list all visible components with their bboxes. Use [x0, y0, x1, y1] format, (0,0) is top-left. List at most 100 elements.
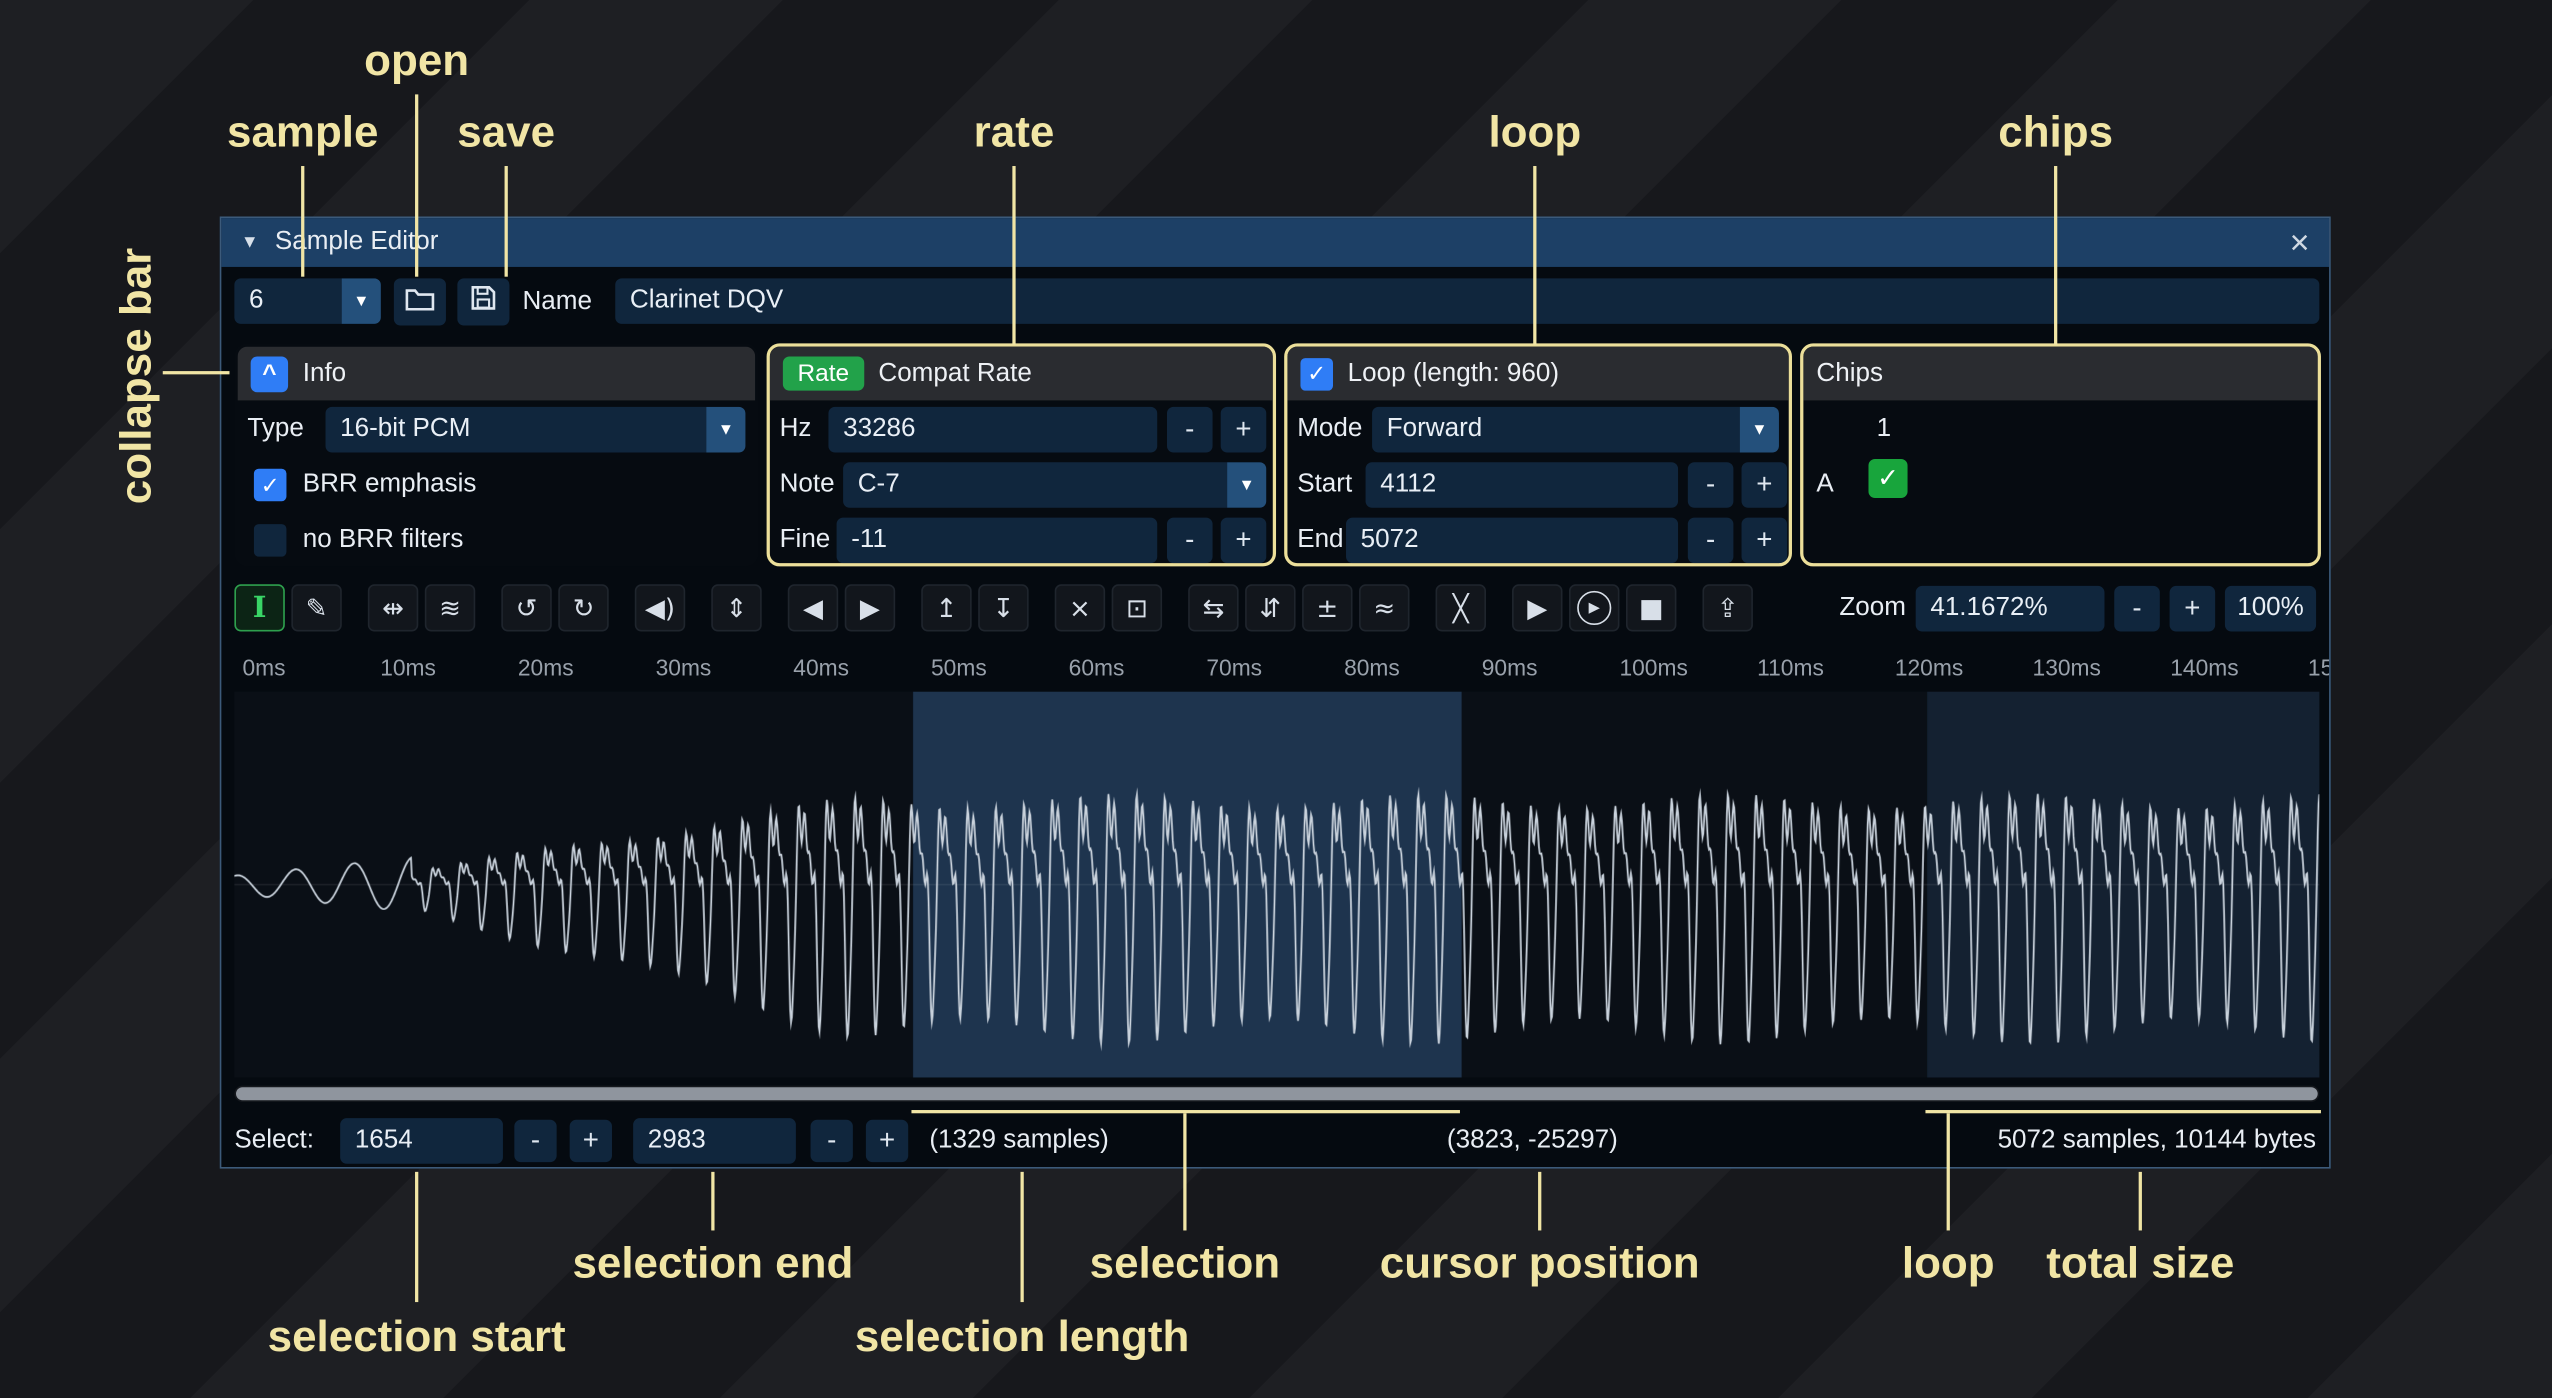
resize-icon[interactable]: ⇹ [368, 584, 418, 631]
selection-start-input[interactable]: 1654 [340, 1118, 503, 1164]
filter-icon[interactable]: ≈ [1359, 584, 1409, 631]
fade-out-icon[interactable]: ▶ [845, 584, 895, 631]
sign-icon[interactable]: ± [1302, 584, 1352, 631]
hz-minus-button[interactable]: - [1167, 407, 1213, 453]
sample-number: 6 [249, 286, 263, 315]
loop-mode-select[interactable]: Forward ▼ [1372, 407, 1779, 453]
brr-emphasis-label: BRR emphasis [303, 462, 477, 508]
annotation-line [415, 94, 418, 276]
brr-emphasis-checkbox[interactable]: ✓ [254, 469, 287, 502]
zoom-label: Zoom [1839, 585, 1906, 631]
loop-end-value: 5072 [1361, 526, 1419, 555]
selection-start-minus-button[interactable]: - [514, 1120, 556, 1162]
save-button[interactable] [457, 278, 509, 325]
no-brr-filters-checkbox[interactable] [254, 524, 287, 557]
invert-icon[interactable]: ⇵ [1245, 584, 1295, 631]
select-label: Select: [234, 1118, 314, 1164]
titlebar[interactable]: ▼ Sample Editor × [221, 218, 2329, 267]
import-icon[interactable]: ⇪ [1702, 584, 1752, 631]
fine-minus-button[interactable]: - [1167, 518, 1213, 564]
resample-icon[interactable]: ≋ [425, 584, 475, 631]
delete-icon[interactable]: × [1055, 584, 1105, 631]
total-size-text: 5072 samples, 10144 bytes [1998, 1118, 2317, 1164]
zoom-minus-button[interactable]: - [2114, 585, 2160, 631]
trim-icon[interactable]: ⊡ [1112, 584, 1162, 631]
scrollbar-thumb[interactable] [236, 1087, 2318, 1100]
loop-end-plus-button[interactable]: + [1742, 518, 1788, 564]
waveform-display[interactable] [234, 692, 2319, 1078]
redo-icon[interactable]: ↻ [558, 584, 608, 631]
loop-panel-title: Loop (length: 960) [1348, 359, 1559, 388]
amplify-icon[interactable]: ◀) [635, 584, 685, 631]
sample-selector[interactable]: 6 ▼ [234, 278, 380, 324]
close-icon[interactable]: × [2290, 225, 2310, 259]
loop-start-plus-button[interactable]: + [1742, 462, 1788, 508]
rate-panel-title: Compat Rate [878, 359, 1031, 388]
selection-length-text: (1329 samples) [929, 1118, 1108, 1164]
stop-icon[interactable]: ■ [1626, 584, 1676, 631]
selection-end-minus-button[interactable]: - [811, 1120, 853, 1162]
note-select[interactable]: C-7 ▼ [843, 462, 1266, 508]
window-collapse-icon[interactable]: ▼ [241, 233, 259, 253]
loop-start-input[interactable]: 4112 [1366, 462, 1678, 508]
loop-start-minus-button[interactable]: - [1688, 462, 1734, 508]
normalize-icon[interactable]: ⇕ [711, 584, 761, 631]
zoom-reset-button[interactable]: 100% [2225, 585, 2316, 631]
annotation-cursor-position: cursor position [1380, 1239, 1700, 1289]
timeline-ruler[interactable]: 0ms10ms20ms30ms40ms50ms60ms70ms80ms90ms1… [234, 648, 2329, 690]
fade-in-icon[interactable]: ◀ [788, 584, 838, 631]
type-select[interactable]: 16-bit PCM ▼ [326, 407, 746, 453]
chip-enable-checkbox[interactable]: ✓ [1868, 459, 1907, 498]
timeline-label: 50ms [931, 654, 987, 680]
horizontal-scrollbar[interactable] [234, 1086, 2319, 1102]
fine-input[interactable]: -11 [837, 518, 1158, 564]
loop-end-input[interactable]: 5072 [1346, 518, 1678, 564]
play-icon[interactable]: ▶ [1569, 584, 1619, 631]
preview-icon[interactable]: ▶ [1512, 584, 1562, 631]
check-icon: ✓ [1307, 360, 1326, 388]
loop-end-minus-button[interactable]: - [1688, 518, 1734, 564]
name-input[interactable]: Clarinet DQV [615, 278, 2319, 324]
annotation-line [2139, 1172, 2142, 1231]
info-panel-title: Info [303, 359, 346, 388]
chips-panel: Chips 1 A ✓ [1800, 343, 2321, 566]
insert-silence-icon[interactable]: ↥ [921, 584, 971, 631]
zoom-plus-button[interactable]: + [2170, 585, 2216, 631]
timeline-label: 60ms [1069, 654, 1125, 680]
hz-input[interactable]: 33286 [828, 407, 1157, 453]
timeline-label: 100ms [1619, 654, 1687, 680]
info-panel: ^ Info Type 16-bit PCM ▼ ✓ BRR emphasis … [234, 343, 758, 566]
crossfade-icon[interactable]: ╳ [1436, 584, 1486, 631]
loop-enable-checkbox[interactable]: ✓ [1300, 357, 1333, 390]
fine-plus-button[interactable]: + [1221, 518, 1267, 564]
loop-end-label: End [1297, 518, 1343, 564]
annotation-line [711, 1172, 714, 1231]
collapse-bar-button[interactable]: ^ [251, 356, 288, 392]
annotation-selection-length: selection length [855, 1312, 1190, 1362]
timeline-label: 140ms [2170, 654, 2238, 680]
annotation-rate: rate [974, 107, 1055, 157]
waveform-canvas[interactable] [234, 692, 2319, 1078]
hz-plus-button[interactable]: + [1221, 407, 1267, 453]
reverse-icon[interactable]: ⇆ [1188, 584, 1238, 631]
timeline-label: 20ms [518, 654, 574, 680]
annotation-line [163, 371, 230, 374]
undo-icon[interactable]: ↺ [501, 584, 551, 631]
note-value: C-7 [858, 470, 900, 499]
zoom-controls: Zoom 41.1672% - + 100% [1839, 584, 2316, 631]
zoom-reset-label: 100% [2237, 593, 2304, 622]
draw-tool-icon[interactable]: ✎ [291, 584, 341, 631]
selection-start-plus-button[interactable]: + [570, 1120, 612, 1162]
documentation-background: sample open save rate loop chips collaps… [0, 0, 2552, 1398]
zoom-input[interactable]: 41.1672% [1916, 585, 2105, 631]
check-icon: ✓ [261, 471, 280, 499]
apply-silence-icon[interactable]: ↧ [978, 584, 1028, 631]
select-tool-icon[interactable]: I [234, 584, 284, 631]
info-panel-header[interactable]: ^ Info [238, 347, 756, 401]
loop-panel: ✓ Loop (length: 960) Mode Forward ▼ Star… [1284, 343, 1792, 566]
selection-end-input[interactable]: 2983 [633, 1118, 796, 1164]
open-button[interactable] [394, 278, 446, 325]
annotation-line [1183, 1113, 1186, 1230]
tool-icon-strip: I✎⇹≋↺↻◀)⇕◀▶↥↧×⊡⇆⇵±≈╳▶▶■⇪ [234, 584, 1759, 631]
selection-end-plus-button[interactable]: + [866, 1120, 908, 1162]
